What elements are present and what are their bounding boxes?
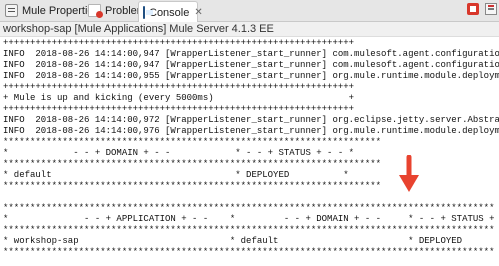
problems-icon: [88, 4, 103, 18]
console-line: ****************************************…: [3, 159, 382, 169]
remove-launch-icon[interactable]: [485, 3, 497, 15]
view-tab-bar: Mule Properties Problems Console ✕: [0, 0, 499, 23]
console-line: * default * DEPLOYED *: [3, 170, 349, 180]
console-line: ++++++++++++++++++++++++++++++++++++++++…: [3, 38, 355, 48]
console-line: INFO 2018-08-26 14:14:00,972 [WrapperLis…: [3, 115, 499, 125]
console-line: ++++++++++++++++++++++++++++++++++++++++…: [3, 82, 355, 92]
console-line: INFO 2018-08-26 14:14:00,976 [WrapperLis…: [3, 126, 499, 136]
console-line: ****************************************…: [3, 137, 382, 147]
console-line: ****************************************…: [3, 247, 495, 257]
console-line: INFO 2018-08-26 14:14:00,947 [WrapperLis…: [3, 49, 499, 59]
terminate-icon[interactable]: [467, 3, 479, 15]
console-line: ****************************************…: [3, 181, 382, 191]
console-icon: [143, 6, 153, 19]
console-line: + Mule is up and kicking (every 5000ms) …: [3, 93, 355, 103]
console-line: * - - + DOMAIN + - - * - - + STATUS + - …: [3, 148, 355, 158]
console-line: * workshop-sap * default * DEPLOYED *: [3, 236, 499, 246]
console-title: workshop-sap [Mule Applications] Mule Se…: [0, 22, 499, 37]
tab-mule-properties[interactable]: Mule Properties: [5, 0, 99, 21]
tab-label: Console: [149, 6, 190, 19]
properties-icon: [5, 4, 18, 17]
console-line: INFO 2018-08-26 14:14:00,955 [WrapperLis…: [3, 71, 499, 81]
console-line: ****************************************…: [3, 203, 495, 213]
close-icon[interactable]: ✕: [194, 7, 202, 18]
red-arrow-annotation: [399, 155, 419, 192]
console-line: ****************************************…: [3, 225, 495, 235]
console-line: INFO 2018-08-26 14:14:00,947 [WrapperLis…: [3, 60, 499, 70]
console-toolbar: [467, 3, 497, 15]
console-line: ++++++++++++++++++++++++++++++++++++++++…: [3, 104, 355, 114]
console-line: * - - + APPLICATION + - - * - - + DOMAIN…: [3, 214, 499, 224]
console-lines: ++++++++++++++++++++++++++++++++++++++++…: [0, 38, 499, 258]
console-output[interactable]: ++++++++++++++++++++++++++++++++++++++++…: [0, 38, 499, 266]
tab-console[interactable]: Console ✕: [138, 1, 203, 23]
